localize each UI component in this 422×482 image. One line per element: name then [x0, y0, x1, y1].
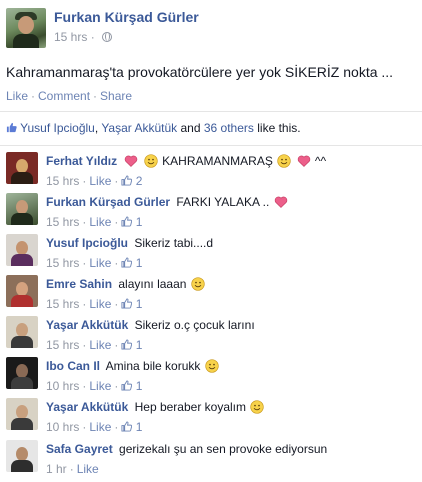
comment-like-button[interactable]: Like: [77, 462, 99, 476]
comment: Yaşar Akkütük Hep beraber koyalım 10 hrs…: [6, 398, 416, 438]
smile-emoji-icon: [277, 154, 291, 168]
comment-meta: 15 hrs · Like · 1: [46, 338, 143, 352]
commenter-name[interactable]: Safa Gayret: [46, 442, 113, 456]
commenter-avatar[interactable]: [6, 316, 38, 348]
thumbs-up-icon: [121, 339, 133, 350]
thumbs-up-icon: [121, 175, 133, 186]
comment-like-button[interactable]: Like: [89, 420, 111, 434]
comment: Yaşar Akkütük Sikeriz o.ç çocuk larını 1…: [6, 316, 416, 356]
facebook-post: Furkan Kürşad Gürler 15 hrs · Kahramanma…: [0, 0, 422, 482]
comment-like-button[interactable]: Like: [89, 215, 111, 229]
comment-meta: 1 hr · Like: [46, 462, 99, 476]
comment-line: Furkan Kürşad Gürler FARKI YALAKA ..: [46, 195, 289, 209]
smile-emoji-icon: [144, 154, 158, 168]
commenter-name[interactable]: Yusuf Ipcioğlu: [46, 236, 128, 250]
comment-like-button[interactable]: Like: [89, 338, 111, 352]
smile-emoji-icon: [191, 277, 205, 291]
comment-line: Safa Gayret gerizekalı şu an sen provoke…: [46, 442, 328, 456]
comment-time[interactable]: 15 hrs: [46, 174, 79, 188]
share-button[interactable]: Share: [100, 89, 132, 103]
author-name[interactable]: Furkan Kürşad Gürler: [54, 9, 199, 25]
comment-like-button[interactable]: Like: [89, 256, 111, 270]
comment-meta: 15 hrs · Like · 1: [46, 256, 143, 270]
post-body: Kahramanmaraş'ta provokatörcülere yer yo…: [6, 64, 394, 80]
heart-emoji-icon: [297, 154, 311, 168]
comment-line: Yaşar Akkütük Sikeriz o.ç çocuk larını: [46, 318, 255, 332]
comment-line: Ibo Can Il Amina bile korukk: [46, 359, 220, 373]
comment-time[interactable]: 15 hrs: [46, 297, 79, 311]
comment-line: Emre Sahin alayını laaan: [46, 277, 206, 291]
comment-like-button[interactable]: Like: [89, 379, 111, 393]
comment-like-count[interactable]: 1: [136, 338, 143, 352]
post-header: Furkan Kürşad Gürler 15 hrs ·: [6, 8, 416, 48]
author-avatar[interactable]: [6, 8, 46, 48]
comment-meta: 15 hrs · Like · 1: [46, 215, 143, 229]
comment-like-count[interactable]: 1: [136, 297, 143, 311]
comment-time[interactable]: 10 hrs: [46, 379, 79, 393]
comment-time[interactable]: 1 hr: [46, 462, 67, 476]
comment: Emre Sahin alayını laaan 15 hrs · Like · 1: [6, 275, 416, 315]
comment-meta: 10 hrs · Like · 1: [46, 379, 143, 393]
commenter-name[interactable]: Ibo Can Il: [46, 359, 100, 373]
thumbs-up-icon: [121, 298, 133, 309]
heart-emoji-icon: [274, 195, 288, 209]
thumbs-up-icon: [121, 257, 133, 268]
comment-line: Yusuf Ipcioğlu Sikeriz tabi....d: [46, 236, 214, 250]
comment-time[interactable]: 15 hrs: [46, 215, 79, 229]
globe-icon[interactable]: [102, 32, 113, 42]
commenter-avatar[interactable]: [6, 357, 38, 389]
comment-like-count[interactable]: 1: [136, 420, 143, 434]
divider: [0, 111, 422, 112]
comment-line: Ferhat Yıldız KAHRAMANMARAŞ ^^: [46, 154, 327, 168]
commenter-avatar[interactable]: [6, 398, 38, 430]
comment-like-count[interactable]: 1: [136, 215, 143, 229]
post-time[interactable]: 15 hrs: [54, 30, 87, 44]
commenter-name[interactable]: Yaşar Akkütük: [46, 400, 128, 414]
commenter-avatar[interactable]: [6, 440, 38, 472]
others-link[interactable]: 36 others: [204, 121, 254, 135]
comment-like-button[interactable]: Like: [89, 174, 111, 188]
comment-like-count[interactable]: 1: [136, 256, 143, 270]
post-actions: Like · Comment · Share: [6, 89, 133, 103]
commenter-name[interactable]: Furkan Kürşad Gürler: [46, 195, 170, 209]
liker-2[interactable]: Yaşar Akkütük: [101, 121, 177, 135]
comment: Ibo Can Il Amina bile korukk 10 hrs · Like…: [6, 357, 416, 397]
commenter-avatar[interactable]: [6, 234, 38, 266]
commenter-name[interactable]: Emre Sahin: [46, 277, 112, 291]
commenter-avatar[interactable]: [6, 193, 38, 225]
comment: Safa Gayret gerizekalı şu an sen provoke…: [6, 440, 416, 480]
commenter-avatar[interactable]: [6, 275, 38, 307]
commenter-name[interactable]: Yaşar Akkütük: [46, 318, 128, 332]
comment-like-count[interactable]: 1: [136, 379, 143, 393]
like-button[interactable]: Like: [6, 89, 28, 103]
comment-time[interactable]: 15 hrs: [46, 256, 79, 270]
smile-emoji-icon: [205, 359, 219, 373]
comment-time[interactable]: 10 hrs: [46, 420, 79, 434]
likes-summary: Yusuf Ipcioğlu, Yaşar Akkütük and 36 oth…: [6, 121, 301, 135]
comment-like-button[interactable]: Like: [89, 297, 111, 311]
post-meta: 15 hrs ·: [54, 30, 113, 44]
smile-emoji-icon: [250, 400, 264, 414]
comment: Furkan Kürşad Gürler FARKI YALAKA .. 15 …: [6, 193, 416, 233]
comment-meta: 15 hrs · Like · 1: [46, 297, 143, 311]
comment-time[interactable]: 15 hrs: [46, 338, 79, 352]
comment-meta: 10 hrs · Like · 1: [46, 420, 143, 434]
comment-meta: 15 hrs · Like · 2: [46, 174, 143, 188]
heart-emoji-icon: [124, 154, 138, 168]
thumbs-up-icon: [121, 421, 133, 432]
thumbs-up-icon: [121, 380, 133, 391]
comment-button[interactable]: Comment: [38, 89, 90, 103]
divider: [0, 145, 422, 146]
comment: Ferhat Yıldız KAHRAMANMARAŞ ^^ 15 hrs · Li…: [6, 152, 416, 192]
comment-like-count[interactable]: 2: [136, 174, 143, 188]
commenter-avatar[interactable]: [6, 152, 38, 184]
comment-line: Yaşar Akkütük Hep beraber koyalım: [46, 400, 265, 414]
thumbs-up-icon: [121, 216, 133, 227]
thumbs-up-icon: [6, 122, 17, 133]
liker-1[interactable]: Yusuf Ipcioğlu: [20, 121, 95, 135]
comment: Yusuf Ipcioğlu Sikeriz tabi....d 15 hrs ·…: [6, 234, 416, 274]
commenter-name[interactable]: Ferhat Yıldız: [46, 154, 117, 168]
